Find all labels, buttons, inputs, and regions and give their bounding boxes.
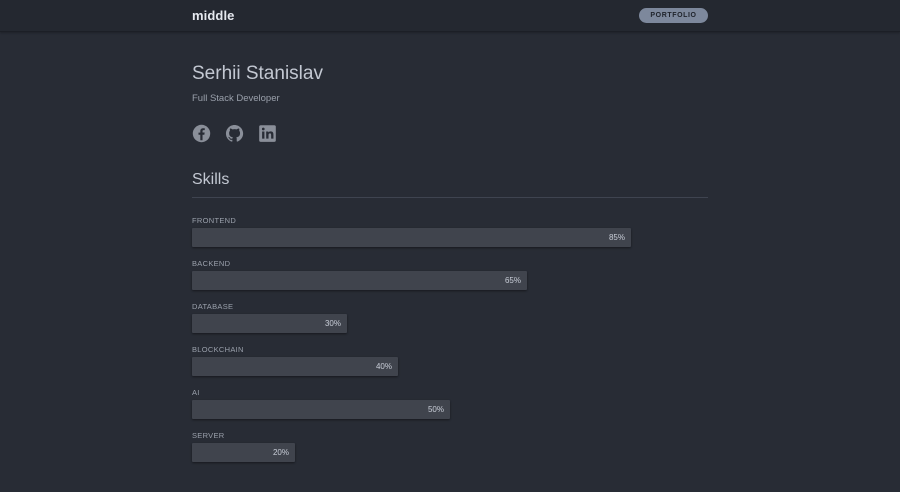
skill-label-database: DATABASE [192,302,234,311]
github-icon[interactable] [225,124,244,143]
skill-label-ai: AI [192,388,200,397]
skill-percent: 50% [427,405,444,414]
top-navbar: middle PORTFOLIO [0,0,900,32]
skill-bar-frontend: 85% [192,228,631,247]
skill-percent: 40% [375,362,392,371]
facebook-icon[interactable] [192,124,211,143]
skill-label-frontend: FRONTEND [192,216,237,225]
skill-percent: 85% [608,233,625,242]
skill-percent: 30% [324,319,341,328]
skill-bar-server: 20% [192,443,295,462]
skill-bar-backend: 65% [192,271,527,290]
skill-percent: 65% [504,276,521,285]
linkedin-icon[interactable] [258,124,277,143]
skill-bar-database: 30% [192,314,347,333]
skill-label-server: SERVER [192,431,225,440]
skill-label-backend: BACKEND [192,259,231,268]
skill-label-blockchain: BLOCKCHAIN [192,345,244,354]
profile-role: Full Stack Developer [192,93,280,104]
portfolio-button[interactable]: PORTFOLIO [639,8,708,23]
skill-bar-blockchain: 40% [192,357,398,376]
skill-bar-ai: 50% [192,400,450,419]
skill-percent: 20% [272,448,289,457]
skills-heading: Skills [192,171,230,188]
skills-divider [192,197,708,198]
brand-logo[interactable]: middle [192,8,235,23]
profile-name: Serhii Stanislav [192,63,323,84]
